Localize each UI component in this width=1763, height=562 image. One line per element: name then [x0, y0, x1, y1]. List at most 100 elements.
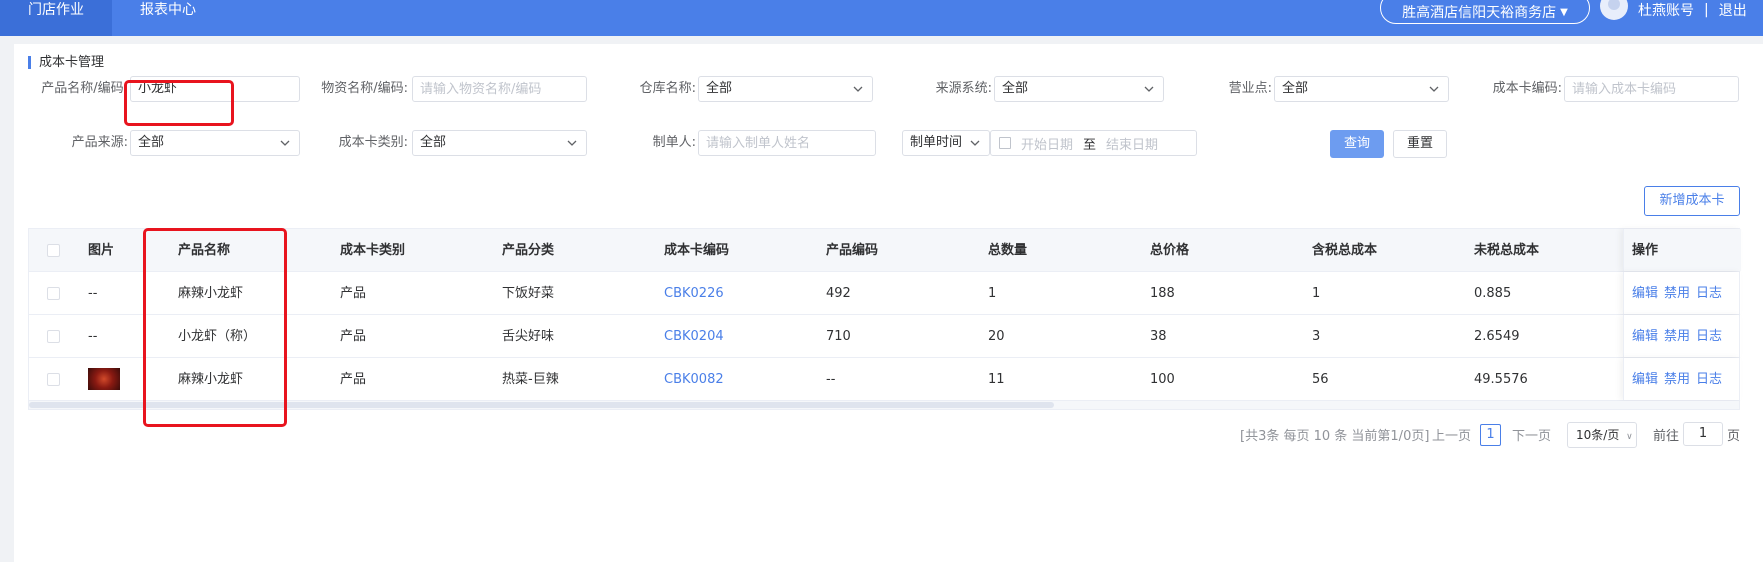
header-qty: 总数量 — [988, 243, 1028, 258]
row-checkbox[interactable] — [47, 373, 60, 386]
time-type-select[interactable]: 制单时间 — [902, 130, 990, 156]
nav-report-center[interactable]: 报表中心 — [112, 0, 224, 36]
row-price: 38 — [1150, 329, 1167, 344]
next-page-button[interactable]: 下一页 — [1512, 424, 1551, 450]
creator-label: 制单人: — [652, 135, 696, 150]
page-number-current[interactable]: 1 — [1480, 424, 1501, 446]
store-name: 胜高酒店信阳天裕商务店 — [1402, 5, 1557, 21]
caret-down-icon: ▼ — [1560, 6, 1568, 18]
goto-label: 前往 — [1653, 429, 1680, 444]
row-card-code-link[interactable]: CBK0204 — [664, 315, 724, 358]
header-price: 总价格 — [1150, 243, 1190, 258]
card-code-label: 成本卡编码: — [1492, 81, 1562, 96]
card-type-value: 全部 — [420, 135, 447, 150]
row-price: 188 — [1150, 286, 1175, 301]
header-ops: 操作 — [1632, 243, 1659, 258]
log-link[interactable]: 日志 — [1696, 372, 1722, 387]
product-name-label: 产品名称/编码: — [41, 81, 128, 96]
annotation-box-search — [124, 80, 234, 126]
page-size-value: 10条/页 — [1576, 428, 1620, 442]
row-tax-cost: 1 — [1312, 286, 1321, 301]
header-card-type: 成本卡类别 — [340, 243, 406, 258]
card-type-select[interactable]: 全部 — [412, 130, 587, 156]
row-tax-cost: 56 — [1312, 372, 1329, 387]
range-separator: 至 — [1083, 137, 1097, 153]
prev-page-button[interactable]: 上一页 — [1432, 424, 1471, 450]
row-product-code: 492 — [826, 286, 851, 301]
edit-link[interactable]: 编辑 — [1632, 372, 1658, 387]
material-label: 物资名称/编码: — [321, 81, 408, 96]
row-checkbox[interactable] — [47, 287, 60, 300]
product-source-value: 全部 — [138, 135, 165, 150]
warehouse-select[interactable]: 全部 — [698, 76, 873, 102]
header-product-code: 产品编码 — [826, 243, 879, 258]
business-point-label: 营业点: — [1228, 81, 1272, 96]
log-link[interactable]: 日志 — [1696, 329, 1722, 344]
product-source-select[interactable]: 全部 — [130, 130, 300, 156]
annotation-box-product-column — [143, 228, 287, 427]
disable-link[interactable]: 禁用 — [1664, 372, 1690, 387]
header-tax-cost: 含税总成本 — [1312, 243, 1378, 258]
log-link[interactable]: 日志 — [1696, 286, 1722, 301]
row-image: -- — [88, 329, 98, 344]
row-card-type: 产品 — [340, 329, 367, 344]
page-size-select[interactable]: 10条/页 ∨ — [1567, 422, 1637, 448]
card-code-input[interactable] — [1564, 76, 1739, 102]
separator: | — [1704, 2, 1709, 18]
time-type-value: 制单时间 — [910, 135, 963, 150]
page-title: 成本卡管理 — [28, 56, 104, 69]
store-selector[interactable]: 胜高酒店信阳天裕商务店 ▼ — [1380, 0, 1590, 24]
row-ops: 编辑 禁用 日志 — [1623, 358, 1741, 400]
chevron-down-icon — [567, 140, 577, 146]
calendar-icon — [999, 137, 1011, 149]
product-thumbnail[interactable] — [88, 368, 120, 390]
product-source-label: 产品来源: — [71, 135, 128, 150]
row-category: 下饭好菜 — [502, 286, 555, 301]
disable-link[interactable]: 禁用 — [1664, 286, 1690, 301]
header-net-cost: 未税总成本 — [1474, 243, 1540, 258]
start-date-input[interactable]: 开始日期 — [1021, 134, 1073, 153]
warehouse-label: 仓库名称: — [639, 81, 696, 96]
row-image: -- — [88, 286, 98, 301]
end-date-input[interactable]: 结束日期 — [1106, 134, 1158, 153]
header-category: 产品分类 — [502, 243, 555, 258]
business-point-select[interactable]: 全部 — [1274, 76, 1449, 102]
creator-input[interactable] — [698, 130, 876, 156]
header-image: 图片 — [88, 243, 115, 258]
card-type-label: 成本卡类别: — [338, 135, 408, 150]
row-card-code-link[interactable]: CBK0226 — [664, 272, 724, 315]
reset-button[interactable]: 重置 — [1393, 130, 1447, 158]
source-system-select[interactable]: 全部 — [994, 76, 1164, 102]
row-net-cost: 49.5576 — [1474, 372, 1528, 387]
row-card-code-link[interactable]: CBK0082 — [664, 358, 724, 401]
row-product-code: 710 — [826, 329, 851, 344]
chevron-down-icon — [280, 140, 290, 146]
add-cost-card-button[interactable]: 新增成本卡 — [1644, 186, 1740, 216]
user-name[interactable]: 杜燕账号 — [1638, 0, 1694, 20]
chevron-down-icon — [1144, 86, 1154, 92]
query-button[interactable]: 查询 — [1330, 130, 1384, 158]
disable-link[interactable]: 禁用 — [1664, 329, 1690, 344]
logout-link[interactable]: 退出 — [1719, 0, 1747, 20]
material-input[interactable] — [412, 76, 587, 102]
chevron-down-icon — [970, 140, 980, 146]
top-nav: 门店作业 报表中心 — [0, 0, 224, 36]
source-system-value: 全部 — [1002, 81, 1029, 96]
row-price: 100 — [1150, 372, 1175, 387]
edit-link[interactable]: 编辑 — [1632, 329, 1658, 344]
business-point-value: 全部 — [1282, 81, 1309, 96]
select-all-checkbox[interactable] — [47, 244, 60, 257]
chevron-down-icon — [1429, 86, 1439, 92]
nav-store-operations[interactable]: 门店作业 — [0, 0, 112, 36]
row-qty: 20 — [988, 329, 1005, 344]
row-checkbox[interactable] — [47, 330, 60, 343]
date-range-picker[interactable]: 开始日期 至 结束日期 — [990, 130, 1197, 156]
edit-link[interactable]: 编辑 — [1632, 286, 1658, 301]
top-bar: 门店作业 报表中心 胜高酒店信阳天裕商务店 ▼ 杜燕账号 | 退出 — [0, 0, 1763, 36]
row-card-type: 产品 — [340, 372, 367, 387]
avatar[interactable] — [1600, 0, 1628, 20]
goto-page-input[interactable]: 1 — [1683, 422, 1723, 446]
user-area: 杜燕账号 | 退出 — [1600, 0, 1747, 20]
pagination-summary: [共3条 每页 10 条 当前第1/0页] — [1240, 429, 1430, 444]
row-net-cost: 2.6549 — [1474, 329, 1520, 344]
